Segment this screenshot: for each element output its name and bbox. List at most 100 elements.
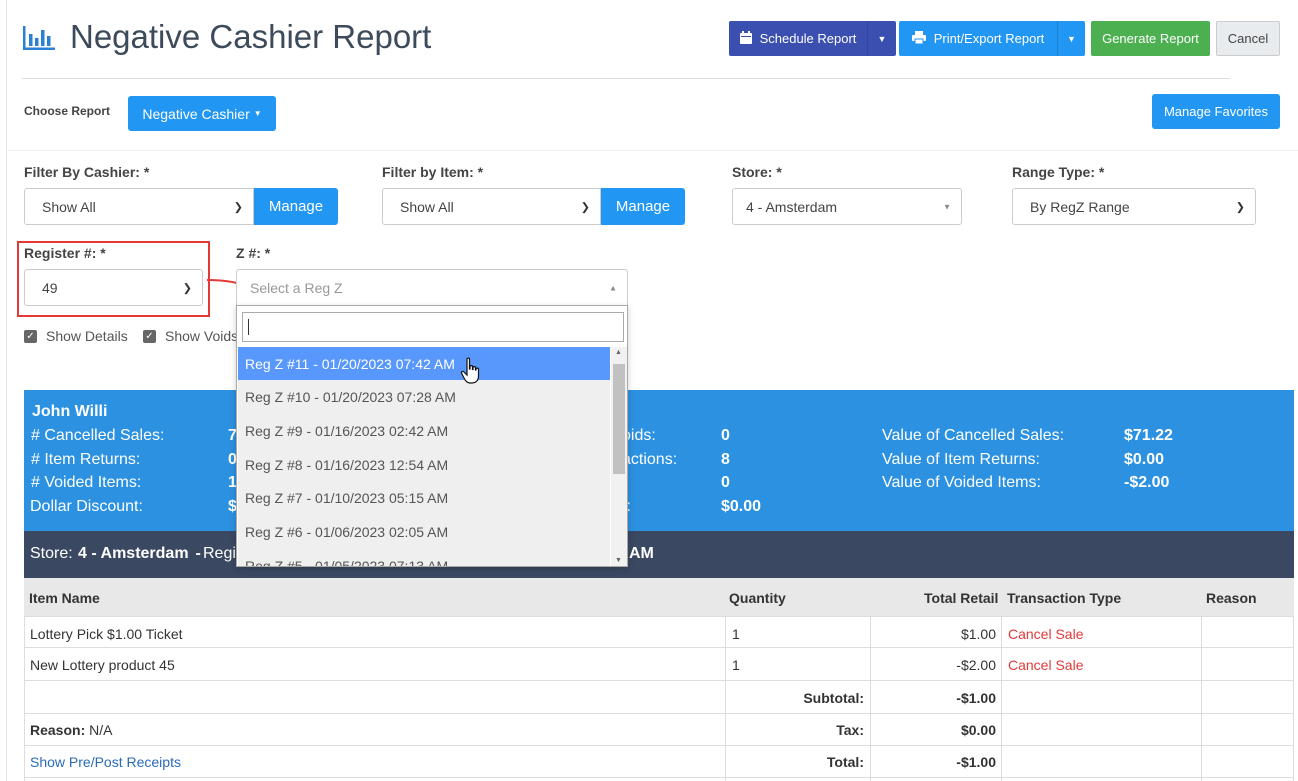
total-label: Total: [826,754,864,770]
table-row: New Lottery product 45 1 -$2.00 Cancel S… [24,649,1294,681]
tax-value: $0.00 [960,722,996,738]
reg-z-option[interactable]: Reg Z #11 - 01/20/2023 07:42 AM [238,347,610,381]
reg-z-option-partial[interactable]: Reg Z #5 - 01/05/2023 07:13 AM [238,549,610,566]
caret-down-icon: ▼ [877,33,887,44]
report-selector-button[interactable]: Negative Cashier ▼ [128,96,276,131]
text-cursor [248,319,249,335]
reg-z-option[interactable]: Reg Z #7 - 01/10/2023 05:15 AM [238,481,610,515]
manage-favorites-button[interactable]: Manage Favorites [1152,94,1280,129]
item-retail: $1.00 [960,626,996,642]
col-quantity: Quantity [729,590,786,606]
reason-text: Reason: N/A [30,722,112,738]
print-dropdown-toggle[interactable]: ▼ [1057,21,1085,56]
show-details-checkbox[interactable]: ✓ Show Details [24,328,128,344]
table-border-right [1293,616,1294,781]
chevron-down-icon: ❯ [1235,201,1245,213]
manage-cashier-button[interactable]: Manage [254,188,338,225]
register-value: 49 [42,279,58,296]
schedule-report-label: Schedule Report [759,31,857,46]
table-row: Lottery Pick $1.00 Ticket 1 $1.00 Cancel… [24,616,1294,648]
reg-z-option[interactable]: Reg Z #6 - 01/06/2023 02:05 AM [238,515,610,549]
calendar-icon [739,30,752,47]
store-bar-label: Store: [30,545,73,562]
z-label: Z #: * [236,245,271,261]
scroll-up-icon[interactable]: ▲ [615,349,622,356]
register-select[interactable]: 49 ❯ [24,269,203,306]
generate-report-button[interactable]: Generate Report [1091,21,1210,56]
value-returns-value: $0.00 [1124,451,1165,468]
subtotal-label: Subtotal: [803,690,864,706]
voids-value: 0 [721,427,730,444]
print-export-button[interactable]: Print/Export Report [899,21,1057,56]
hand-cursor-icon [460,357,480,384]
value-cancelled-label: Value of Cancelled Sales: [882,427,1065,444]
reg-z-search-input[interactable] [242,312,624,342]
voided-items-label: # Voided Items: [31,474,142,491]
reg-z-option[interactable]: Reg Z #8 - 01/16/2023 12:54 AM [238,448,610,482]
value-voided-value: -$2.00 [1124,474,1170,491]
show-voids-checkbox[interactable]: ✓ Show Voids [143,328,238,344]
total-value: -$1.00 [956,754,996,770]
cancel-button[interactable]: Cancel [1216,21,1280,56]
table-divider [870,616,871,781]
schedule-report-button[interactable]: Schedule Report [729,21,867,56]
schedule-dropdown-toggle[interactable]: ▼ [867,21,896,56]
reg-z-select[interactable]: Select a Reg Z ▲ [236,269,628,306]
transactions-label: actions: [622,451,678,468]
range-type-value: By RegZ Range [1030,198,1130,215]
item-name: New Lottery product 45 [30,657,175,673]
reg-z-placeholder: Select a Reg Z [250,279,343,296]
table-border-left [24,616,25,781]
item-filter-label: Filter by Item: * [382,164,484,180]
manage-item-button[interactable]: Manage [601,188,685,225]
mid-value-3: 0 [721,474,730,491]
table-divider [1001,616,1002,781]
pre-post-receipts-link[interactable]: Show Pre/Post Receipts [30,754,181,770]
bar-chart-icon [22,22,56,52]
range-type-select[interactable]: By RegZ Range ❯ [1012,188,1256,225]
item-name: Lottery Pick $1.00 Ticket [30,626,183,642]
item-qty: 1 [732,657,740,673]
value-voided-label: Value of Voided Items: [882,474,1041,491]
show-details-label: Show Details [46,328,128,344]
col-item-name: Item Name [29,590,100,606]
table-divider [1201,616,1202,781]
scrollbar-thumb[interactable] [613,364,625,474]
reg-z-dropdown: Reg Z #11 - 01/20/2023 07:42 AM Reg Z #1… [236,305,628,567]
range-type-label: Range Type: * [1012,164,1105,180]
mid-value-4: $0.00 [721,498,762,515]
store-register-bar: Store: 4 - Amsterdam - Regi AM [24,531,1294,578]
col-reason: Reason [1206,590,1257,606]
store-label: Store: * [732,164,782,180]
store-bar-register: Regi [203,545,236,562]
page-header: Negative Cashier Report [22,18,431,56]
table-divider [725,616,726,781]
reason-value: N/A [89,722,113,738]
item-type: Cancel Sale [1008,657,1084,673]
reg-z-option[interactable]: Reg Z #9 - 01/16/2023 02:42 AM [238,414,610,448]
dropdown-scrollbar[interactable]: ▲ ▼ [611,347,627,566]
store-bar-value: 4 - Amsterdam [78,545,189,562]
show-voids-label: Show Voids [165,328,239,344]
item-type: Cancel Sale [1008,626,1084,642]
page-title: Negative Cashier Report [70,18,432,55]
item-returns-label: # Item Returns: [31,451,141,468]
scroll-down-icon[interactable]: ▼ [615,557,622,564]
col-total-retail: Total Retail [924,590,999,606]
register-label: Register #: * [24,245,106,261]
store-select[interactable]: 4 - Amsterdam ▼ [732,188,962,225]
report-selector-label: Negative Cashier [142,105,250,122]
total-row: Show Pre/Post Receipts Total: -$1.00 [24,746,1294,778]
item-filter-select[interactable]: Show All ❯ [382,188,601,225]
store-value: 4 - Amsterdam [746,198,838,215]
chevron-down-icon: ❯ [580,201,590,213]
subtotal-row: Subtotal: -$1.00 [24,682,1294,714]
cashier-filter-select[interactable]: Show All ❯ [24,188,254,225]
reg-z-option[interactable]: Reg Z #10 - 01/20/2023 07:28 AM [238,380,610,414]
subtotal-value: -$1.00 [956,690,996,706]
value-cancelled-value: $71.22 [1124,427,1173,444]
value-returns-label: Value of Item Returns: [882,451,1040,468]
printer-icon [911,30,926,47]
col-transaction-type: Transaction Type [1007,590,1122,606]
caret-up-icon: ▲ [609,283,617,292]
